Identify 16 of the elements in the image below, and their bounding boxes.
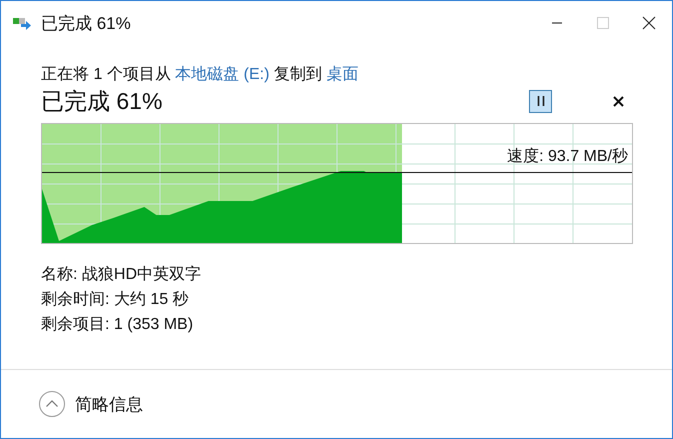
copy-message: 正在将 1 个项目从 本地磁盘 (E:) 复制到 桌面 [41,64,360,85]
detail-text: 剩余项目: 1 (353 MB) [41,315,194,335]
fewer-details-button[interactable]: 简略信息 [39,391,143,417]
window-title: 已完成 61% [41,12,131,34]
maximize-icon [597,17,609,29]
detail-text: 名称: 战狼HD中英双字 [41,264,202,285]
pause-icon [536,96,544,106]
copy-icon [13,16,33,30]
detail-text: 剩余时间: 大约 15 秒 [41,290,190,310]
speed-label: 速度: 93.7 MB/秒 [507,146,628,167]
location-link[interactable]: 本地磁盘 (E:) [175,66,270,83]
close-icon [642,16,656,30]
location-link[interactable]: 桌面 [326,66,358,83]
progress-heading: 已完成 61% [41,86,162,116]
pause-button[interactable] [529,90,552,112]
close-icon [612,96,624,106]
